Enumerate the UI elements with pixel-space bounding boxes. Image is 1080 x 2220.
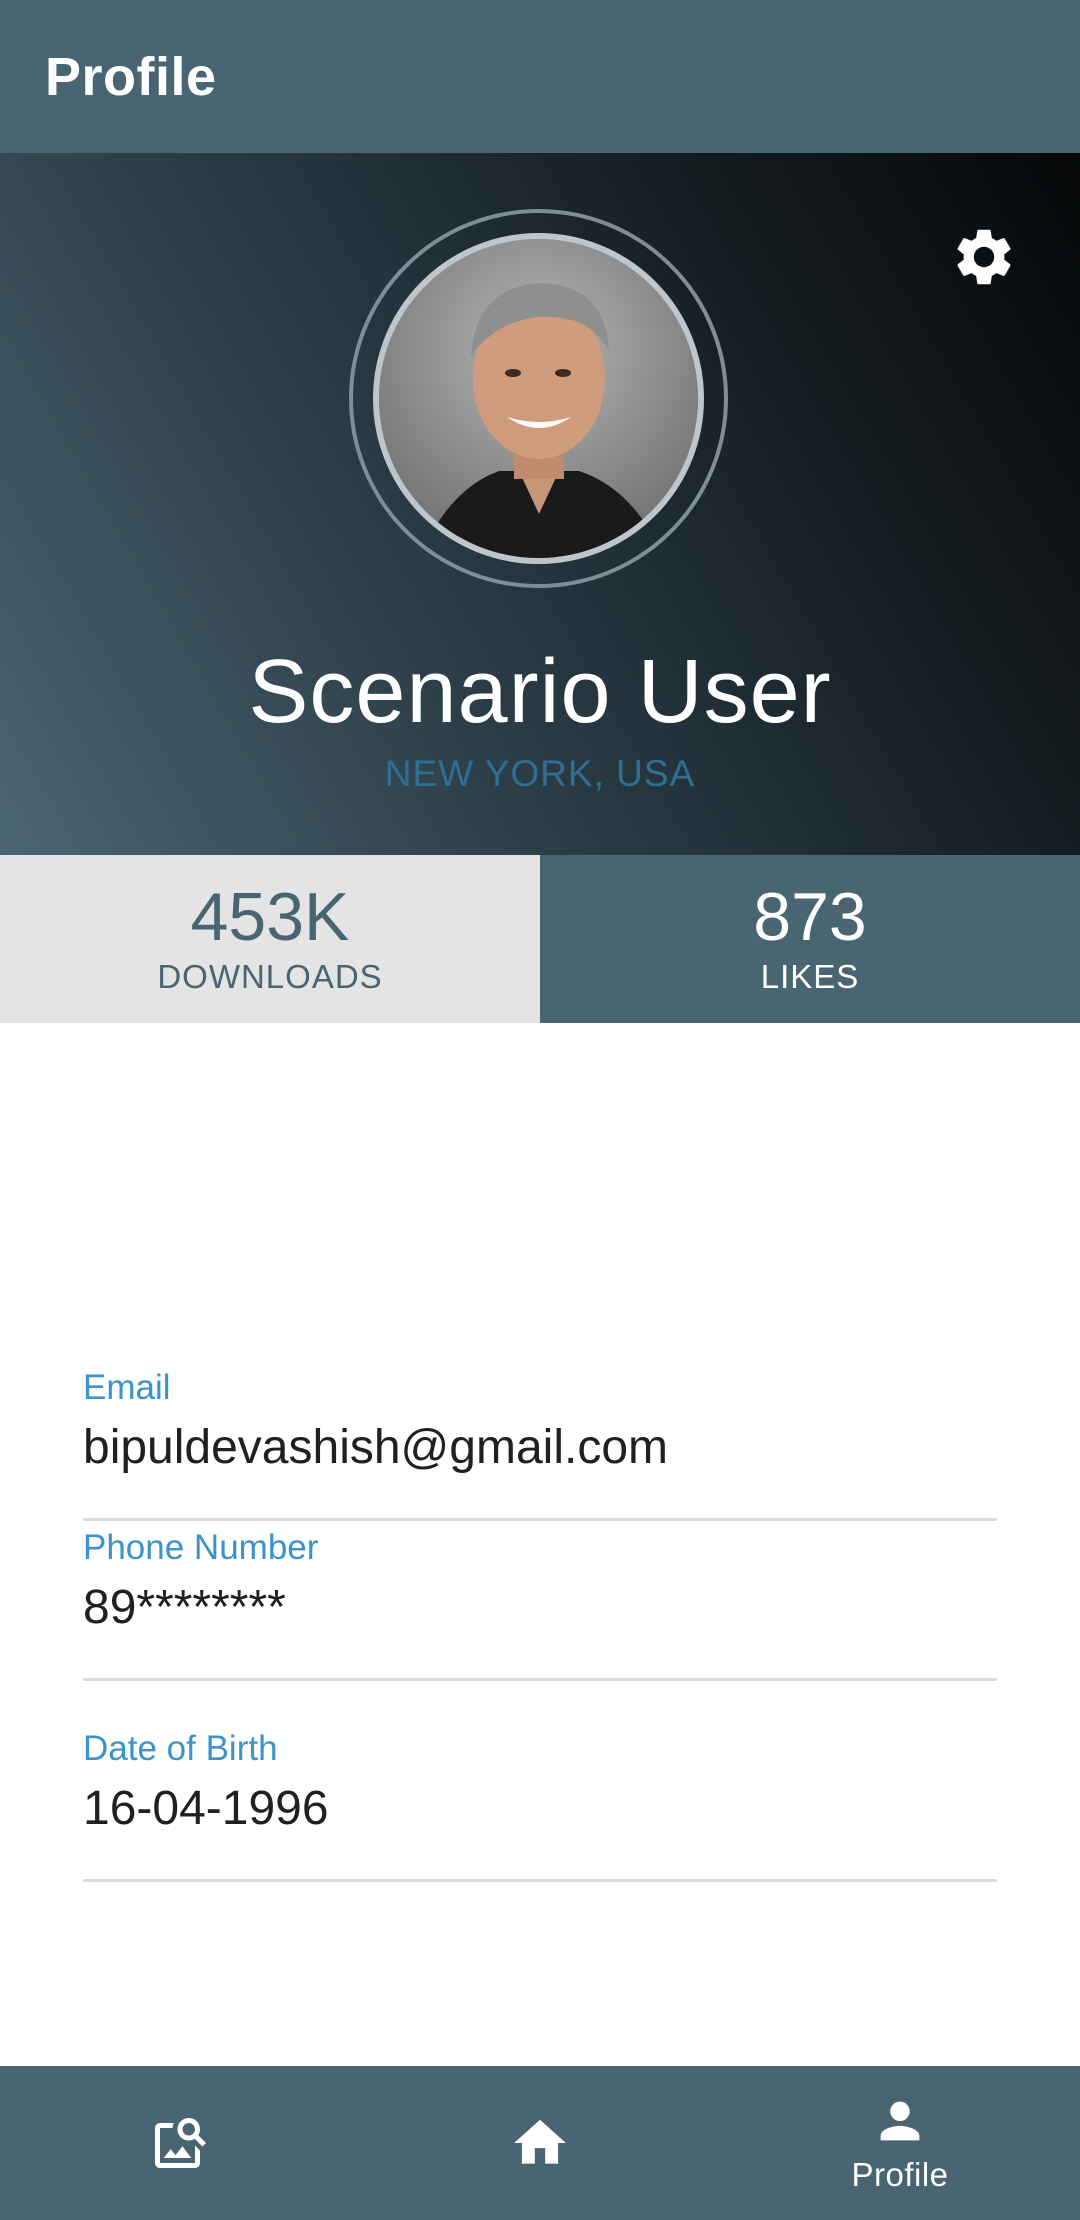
page-title: Profile: [45, 46, 217, 107]
profile-header: Scenario User NEW YORK, USA: [0, 153, 1080, 855]
nav-profile-label: Profile: [851, 2156, 949, 2193]
phone-field[interactable]: Phone Number 89********: [83, 1526, 997, 1681]
stat-likes[interactable]: 873 LIKES: [540, 855, 1080, 1023]
email-label: Email: [83, 1368, 171, 1407]
downloads-label: DOWNLOADS: [157, 958, 383, 995]
user-name: Scenario User: [248, 642, 832, 742]
person-icon: [880, 2101, 920, 2141]
app-bar: Profile: [0, 0, 1080, 153]
downloads-count: 453K: [190, 879, 350, 955]
dob-value: 16-04-1996: [83, 1782, 329, 1835]
avatar-photo: [379, 239, 698, 558]
stats-bar: 453K DOWNLOADS 873 LIKES: [0, 855, 1080, 1023]
date-of-birth-field[interactable]: Date of Birth 16-04-1996: [83, 1727, 997, 1882]
likes-label: LIKES: [760, 958, 860, 995]
phone-value: 89********: [83, 1581, 286, 1634]
phone-label: Phone Number: [83, 1528, 319, 1567]
image-search-icon: [155, 2118, 207, 2168]
dob-label: Date of Birth: [83, 1729, 278, 1768]
gear-icon: [957, 229, 1011, 285]
nav-item-image-search[interactable]: [0, 2066, 360, 2220]
bottom-navigation: Profile: [0, 2066, 1080, 2220]
email-field[interactable]: Email bipuldevashish@gmail.com: [83, 1366, 997, 1521]
stat-downloads[interactable]: 453K DOWNLOADS: [0, 855, 540, 1023]
settings-button[interactable]: [944, 217, 1024, 297]
user-location: NEW YORK, USA: [384, 753, 696, 794]
nav-item-profile[interactable]: Profile: [720, 2066, 1080, 2220]
email-value: bipuldevashish@gmail.com: [83, 1421, 668, 1474]
avatar[interactable]: [373, 233, 704, 564]
home-icon: [514, 2119, 566, 2164]
likes-count: 873: [753, 879, 867, 955]
nav-item-home[interactable]: [360, 2066, 720, 2220]
